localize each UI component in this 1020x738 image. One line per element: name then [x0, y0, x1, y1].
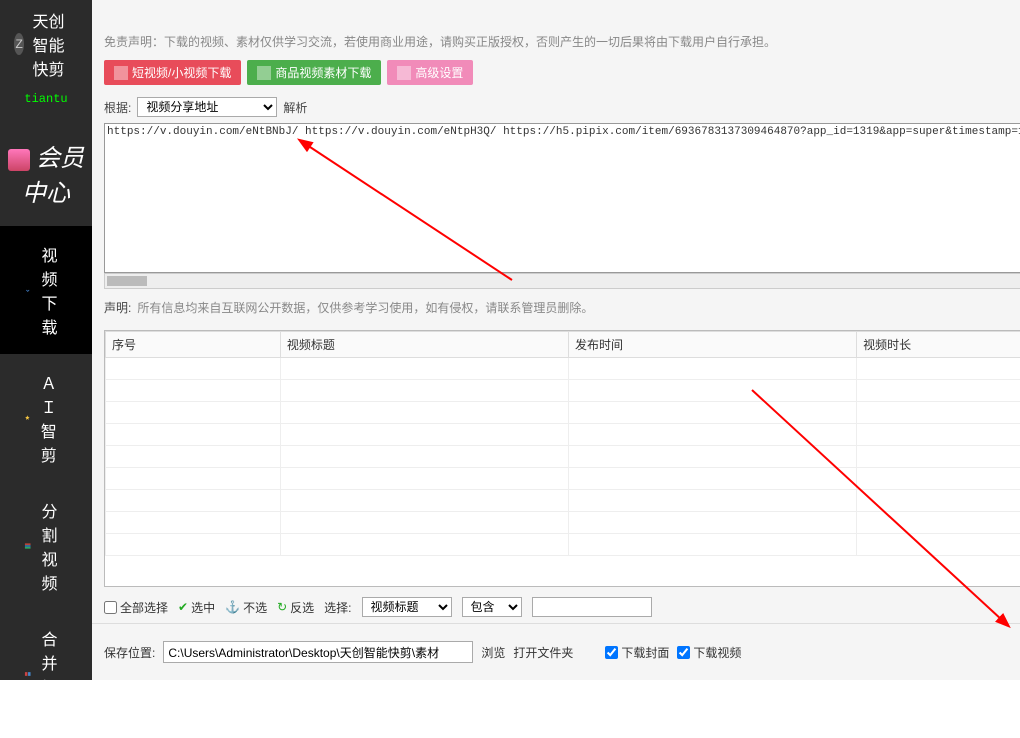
- nav-label: 视频下载: [41, 242, 68, 338]
- check-icon: ✔: [178, 600, 188, 614]
- lbl: 下载封面: [621, 644, 669, 661]
- invert-button[interactable]: ↻反选: [277, 599, 314, 616]
- save-label: 保存位置:: [104, 644, 155, 661]
- parse-link[interactable]: 解析: [283, 99, 307, 116]
- table-row[interactable]: [106, 534, 1020, 556]
- main: — □ ✕ 免责声明：下载的视频、素材仅供学习交流，若使用商业用途，请购买正版授…: [92, 0, 1020, 680]
- table-row[interactable]: [106, 380, 1020, 402]
- table-row[interactable]: [106, 358, 1020, 380]
- nav: 视频下载 Ａ Ｉ 智剪 分割视频 合并视频: [0, 226, 92, 738]
- select-label: 选择:: [324, 599, 351, 616]
- tab-icon: [257, 66, 271, 80]
- table-header[interactable]: 视频标题: [280, 332, 568, 358]
- according-row: 根据: 视频分享地址 解析 解析速度: 快 慢 ⊗清空网址 自动粘贴网址: [92, 91, 1020, 123]
- table-row[interactable]: [106, 402, 1020, 424]
- tab-label: 商品视频素材下载: [275, 64, 371, 81]
- scrollbar-thumb[interactable]: [107, 276, 147, 286]
- select-all-checkbox[interactable]: 全部选择: [104, 599, 168, 616]
- sidebar: Z 天创智能快剪 tiantu 会员中心 视频下载 Ａ Ｉ 智剪 分割视频 合并…: [0, 0, 92, 680]
- split-icon: [24, 537, 31, 555]
- titlebar: — □ ✕: [92, 0, 1020, 29]
- tabs: 短视频/小视频下载 商品视频素材下载 高级设置: [92, 54, 1020, 91]
- app-logo-icon: Z: [14, 33, 24, 55]
- filter-value-input[interactable]: [532, 597, 652, 617]
- lbl: 选中: [191, 599, 215, 616]
- table-row[interactable]: [106, 512, 1020, 534]
- vip-label: 会员中心: [22, 145, 84, 207]
- result-table: 序号视频标题发布时间视频时长评论数播放次数作者昵称下载状态: [104, 330, 1020, 587]
- nav-label: 分割视频: [41, 498, 68, 594]
- disclaimer: 免责声明：下载的视频、素材仅供学习交流，若使用商业用途，请购买正版授权，否则产生…: [92, 29, 1020, 54]
- vip-center[interactable]: 会员中心: [0, 126, 92, 220]
- filter-field-select[interactable]: 视频标题: [362, 597, 452, 617]
- lbl: 全部选择: [120, 599, 168, 616]
- note-row: 声明: 所有信息均来自互联网公开数据，仅供参考学习使用，如有侵权，请联系管理员删…: [92, 289, 1020, 326]
- ai-icon: [24, 409, 31, 427]
- lbl: 下载视频: [693, 644, 741, 661]
- browse-button[interactable]: 浏览: [481, 644, 505, 661]
- table-row[interactable]: [106, 424, 1020, 446]
- tab-goods-video[interactable]: 商品视频素材下载: [247, 60, 381, 85]
- download-icon: [24, 281, 31, 299]
- according-label: 根据:: [104, 99, 131, 116]
- table-header[interactable]: 发布时间: [568, 332, 856, 358]
- open-folder-button[interactable]: 打开文件夹: [513, 644, 573, 661]
- h-scrollbar[interactable]: [104, 273, 1020, 289]
- dl-cover-checkbox[interactable]: 下载封面: [605, 644, 669, 661]
- nav-label: Ａ Ｉ 智剪: [41, 370, 68, 466]
- filter-op-select[interactable]: 包含: [462, 597, 522, 617]
- app-title-row: Z 天创智能快剪: [0, 0, 92, 88]
- selection-toolbar: 全部选择 ✔选中 ⚓不选 ↻反选 选择: 视频标题 包含 👍确定 ▬删除已选 ▬…: [92, 591, 1020, 623]
- vip-icon: [8, 149, 30, 171]
- nav-video-download[interactable]: 视频下载: [0, 226, 92, 354]
- select-button[interactable]: ✔选中: [178, 599, 215, 616]
- unselect-button[interactable]: ⚓不选: [225, 599, 267, 616]
- tab-advanced[interactable]: 高级设置: [387, 60, 473, 85]
- table-row[interactable]: [106, 490, 1020, 512]
- according-select[interactable]: 视频分享地址: [137, 97, 277, 117]
- note-text: 所有信息均来自互联网公开数据，仅供参考学习使用，如有侵权，请联系管理员删除。: [137, 299, 593, 316]
- table-header[interactable]: 序号: [106, 332, 281, 358]
- tab-icon: [397, 66, 411, 80]
- refresh-icon: ↻: [277, 600, 287, 614]
- table-header[interactable]: 视频时长: [857, 332, 1020, 358]
- save-path-input[interactable]: [163, 641, 473, 663]
- app-title: 天创智能快剪: [32, 8, 78, 80]
- url-textarea[interactable]: https://v.douyin.com/eNtBNbJ/ https://v.…: [104, 123, 1020, 273]
- table-row[interactable]: [106, 446, 1020, 468]
- nav-merge-video[interactable]: 合并视频: [0, 610, 92, 738]
- table-row[interactable]: [106, 468, 1020, 490]
- nav-split-video[interactable]: 分割视频: [0, 482, 92, 610]
- note-label: 声明:: [104, 299, 131, 316]
- lbl: 反选: [290, 599, 314, 616]
- tab-label: 高级设置: [415, 64, 463, 81]
- lbl: 不选: [243, 599, 267, 616]
- brand-text: tiantu: [0, 88, 92, 116]
- tab-short-video[interactable]: 短视频/小视频下载: [104, 60, 241, 85]
- nav-label: 合并视频: [41, 626, 68, 722]
- tab-label: 短视频/小视频下载: [132, 64, 231, 81]
- merge-icon: [24, 665, 31, 683]
- bottom-bar: 保存位置: 浏览 打开文件夹 下载封面 下载视频 ✔ 立即下载: [92, 623, 1020, 680]
- dl-video-checkbox[interactable]: 下载视频: [677, 644, 741, 661]
- tab-icon: [114, 66, 128, 80]
- anchor-icon: ⚓: [225, 600, 240, 614]
- nav-ai-clip[interactable]: Ａ Ｉ 智剪: [0, 354, 92, 482]
